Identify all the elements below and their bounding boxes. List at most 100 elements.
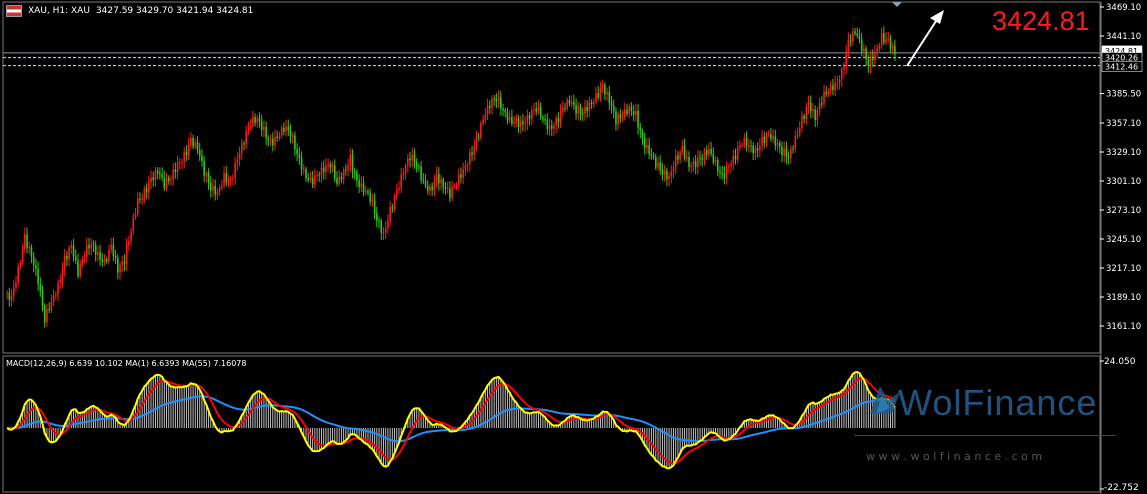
candle-body <box>364 191 367 193</box>
candle-body <box>471 152 473 155</box>
candle-body <box>243 143 245 145</box>
candle-body <box>327 163 329 166</box>
candle-body <box>719 171 721 173</box>
candle-body <box>209 182 212 191</box>
candle-body <box>307 178 310 180</box>
price-tick-label: 3161.10 <box>1106 322 1141 332</box>
candle-body <box>590 102 593 104</box>
candle-body <box>349 155 352 166</box>
time-marker-icon <box>892 2 902 7</box>
candle-body <box>845 51 847 68</box>
candle-body <box>721 172 724 174</box>
candle-body <box>28 247 31 249</box>
candle-body <box>535 109 538 112</box>
candle-body <box>823 91 825 104</box>
candle-body <box>734 155 737 160</box>
chart-window: 3469.10 3441.10 3385.50 3357.10 3329.10 3301.… <box>0 0 1147 494</box>
candle-body <box>185 152 188 156</box>
candle-body <box>305 168 307 179</box>
candle-body <box>880 33 883 46</box>
candle-body <box>597 93 600 98</box>
candle-body <box>821 103 823 105</box>
candle-body <box>865 48 867 60</box>
price-tick-label: 3441.10 <box>1106 32 1141 42</box>
candle-body <box>761 136 763 146</box>
candle-body <box>705 150 708 155</box>
candle-body <box>663 170 666 175</box>
candle-body <box>238 153 241 160</box>
candle-body <box>50 301 53 311</box>
candle-body <box>117 258 119 273</box>
candle-body <box>37 268 39 284</box>
candle-body <box>650 154 653 156</box>
candle-body <box>801 115 803 129</box>
candle-body <box>457 174 460 186</box>
candle-body <box>17 266 19 283</box>
candle-body <box>712 153 715 163</box>
candle-body <box>223 173 225 186</box>
candle-body <box>699 157 701 159</box>
candle-body <box>654 156 657 168</box>
candle-body <box>384 227 387 233</box>
candle-body <box>493 98 495 100</box>
candle-body <box>398 188 400 190</box>
candle-body <box>192 137 194 147</box>
candle-body <box>147 182 150 193</box>
candle-body <box>83 256 86 259</box>
price-tick-label: 3245.10 <box>1106 235 1141 245</box>
candle-body <box>35 265 37 269</box>
candle-body <box>110 244 112 250</box>
candle-body <box>473 145 476 155</box>
candle-body <box>502 108 504 111</box>
candle-body <box>141 197 143 200</box>
candle-body <box>369 192 371 202</box>
flag-icon[interactable] <box>6 5 22 17</box>
candle-body <box>871 56 874 61</box>
candle-body <box>433 180 436 190</box>
candle-body <box>765 134 768 144</box>
candle-body <box>739 145 741 148</box>
candle-body <box>608 92 611 104</box>
last-price-large: 3424.81 <box>992 6 1090 36</box>
candle-body <box>271 138 274 146</box>
candle-body <box>878 45 881 49</box>
candle-body <box>402 173 405 175</box>
candle-body <box>97 252 99 255</box>
candle-body <box>555 117 557 126</box>
chart-header: XAU, H1: XAU 3427.59 3429.70 3421.94 342… <box>6 4 253 18</box>
candle-body <box>101 259 104 262</box>
candle-body <box>863 48 865 52</box>
candle-body <box>688 157 690 167</box>
candle-body <box>628 106 631 115</box>
candle-body <box>212 185 214 191</box>
candle-body <box>429 186 431 191</box>
candle-body <box>59 280 62 283</box>
candle-body <box>785 148 788 158</box>
candle-body <box>345 169 347 171</box>
candle-body <box>451 186 453 199</box>
candle-body <box>216 191 219 195</box>
candle-body <box>371 200 374 202</box>
candle-body <box>207 173 210 183</box>
candle-body <box>732 155 735 164</box>
candle-body <box>750 145 752 147</box>
candle-body <box>508 116 511 121</box>
candle-body <box>32 256 35 266</box>
candle-body <box>68 247 70 260</box>
candle-body <box>449 188 451 199</box>
candle-body <box>21 248 24 263</box>
candle-body <box>136 198 139 215</box>
candle-body <box>418 166 420 168</box>
candle-body <box>500 97 502 109</box>
candle-body <box>123 261 126 264</box>
candle-body <box>659 162 662 170</box>
candle-body <box>592 101 595 104</box>
candle-body <box>302 168 305 170</box>
candle-body <box>249 125 252 129</box>
candle-body <box>827 91 830 95</box>
candle-body <box>723 173 726 178</box>
candle-body <box>796 134 799 137</box>
candle-body <box>163 177 166 189</box>
candle-body <box>218 187 221 192</box>
candle-body <box>781 146 783 156</box>
